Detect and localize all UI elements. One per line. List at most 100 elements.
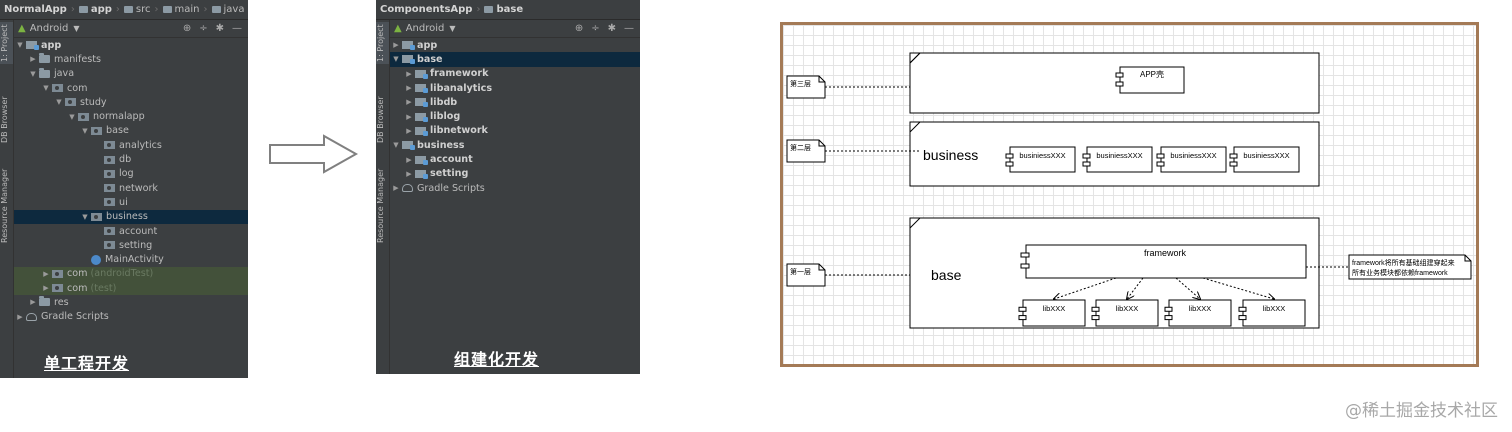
tree-item[interactable]: ▶ libnetwork bbox=[390, 124, 640, 138]
tree-item[interactable]: ▶ framework bbox=[390, 67, 640, 81]
tree-item[interactable]: ▼ app bbox=[14, 38, 248, 52]
expand-arrow-right-icon[interactable]: ▶ bbox=[403, 84, 415, 92]
expand-arrow-down-icon[interactable]: ▼ bbox=[27, 70, 39, 78]
tree-item[interactable]: ▶ manifests bbox=[14, 52, 248, 66]
expand-arrow-down-icon[interactable]: ▼ bbox=[40, 84, 52, 92]
tab-resource-manager[interactable]: Resource Manager bbox=[0, 160, 13, 252]
lib-component-label: libXXX bbox=[1263, 304, 1286, 313]
lib-component: libXXX bbox=[1164, 299, 1232, 327]
tree-item[interactable]: ▶ liblog bbox=[390, 109, 640, 123]
tree-item[interactable]: ▶ res bbox=[14, 295, 248, 309]
view-selector[interactable]: Android bbox=[406, 23, 445, 34]
watermark: @稀土掘金技术社区 bbox=[1345, 401, 1498, 421]
side-tool-tabs: 1: Project DB Browser Resource Manager bbox=[376, 20, 390, 374]
tree-item[interactable]: ▶ com (test) bbox=[14, 281, 248, 296]
tree-item[interactable]: ▶ Gradle Scripts bbox=[390, 181, 640, 195]
package-icon bbox=[104, 198, 115, 207]
tree-item[interactable]: ▼ normalapp bbox=[14, 109, 248, 123]
layer-note: 第二层 bbox=[786, 139, 920, 163]
tree-item[interactable]: ▶ app bbox=[390, 38, 640, 52]
tree-item[interactable]: ▶network bbox=[14, 181, 248, 195]
tree-item[interactable]: ▶MainActivity bbox=[14, 252, 248, 266]
lib-component: libXXX bbox=[1018, 299, 1086, 327]
collapse-icon[interactable]: ÷ bbox=[591, 23, 599, 34]
minimize-icon[interactable]: — bbox=[624, 23, 634, 34]
lib-component-label: libXXX bbox=[1116, 304, 1139, 313]
chevron-down-icon[interactable]: ▼ bbox=[73, 24, 79, 33]
tab-project[interactable]: 1: Project bbox=[376, 22, 389, 64]
tree-item[interactable]: ▶analytics bbox=[14, 138, 248, 152]
breadcrumb-separator-icon: › bbox=[154, 4, 159, 15]
expand-arrow-right-icon[interactable]: ▶ bbox=[403, 113, 415, 121]
left-caption: 单工程开发 bbox=[44, 354, 130, 373]
expand-arrow-right-icon[interactable]: ▶ bbox=[403, 170, 415, 178]
tree-item[interactable]: ▶ com (androidTest) bbox=[14, 266, 248, 282]
gear-icon[interactable]: ✱ bbox=[608, 23, 616, 34]
locate-icon[interactable]: ⊕ bbox=[575, 23, 583, 34]
expand-arrow-right-icon[interactable]: ▶ bbox=[27, 55, 39, 63]
breadcrumb-item[interactable]: java bbox=[211, 4, 244, 15]
folder-icon bbox=[39, 67, 50, 78]
expand-arrow-right-icon[interactable]: ▶ bbox=[27, 298, 39, 306]
tree-item[interactable]: ▼ com bbox=[14, 81, 248, 95]
breadcrumb-item[interactable]: app bbox=[78, 4, 112, 15]
expand-arrow-right-icon[interactable]: ▶ bbox=[14, 313, 26, 321]
view-selector[interactable]: Android bbox=[30, 23, 69, 34]
tree-item[interactable]: ▶setting bbox=[14, 238, 248, 252]
expand-arrow-right-icon[interactable]: ▶ bbox=[403, 98, 415, 106]
expand-arrow-right-icon[interactable]: ▶ bbox=[403, 156, 415, 164]
expand-arrow-down-icon[interactable]: ▼ bbox=[53, 98, 65, 106]
breadcrumb-item[interactable]: ComponentsApp bbox=[380, 4, 472, 15]
tree-item-label: setting bbox=[430, 168, 469, 180]
tree-item[interactable]: ▶account bbox=[14, 224, 248, 238]
collapse-icon[interactable]: ÷ bbox=[199, 23, 207, 34]
framework-note-line-1: framework将所有基础组建穿起来 bbox=[1352, 258, 1455, 267]
base-package-label: base bbox=[931, 267, 962, 283]
tree-item[interactable]: ▶log bbox=[14, 167, 248, 181]
layer-note-label: 第三层 bbox=[790, 79, 811, 88]
tree-item[interactable]: ▶db bbox=[14, 152, 248, 166]
tree-item[interactable]: ▼ business bbox=[390, 138, 640, 152]
breadcrumb-item[interactable]: main bbox=[162, 4, 200, 15]
breadcrumb-item[interactable]: NormalApp bbox=[4, 4, 67, 15]
tree-item[interactable]: ▶account bbox=[390, 152, 640, 166]
business-component: businiessXXX bbox=[1082, 146, 1153, 173]
expand-arrow-right-icon[interactable]: ▶ bbox=[390, 184, 402, 192]
expand-arrow-right-icon[interactable]: ▶ bbox=[403, 70, 415, 78]
tab-db-browser[interactable]: DB Browser bbox=[376, 88, 389, 152]
expand-arrow-down-icon[interactable]: ▼ bbox=[390, 141, 402, 149]
tree-item[interactable]: ▶ libanalytics bbox=[390, 81, 640, 95]
expand-arrow-down-icon[interactable]: ▼ bbox=[14, 41, 26, 49]
tree-item[interactable]: ▶ui bbox=[14, 195, 248, 209]
minimize-icon[interactable]: — bbox=[232, 23, 242, 34]
tree-item[interactable]: ▼ base bbox=[14, 124, 248, 138]
chevron-down-icon[interactable]: ▼ bbox=[449, 24, 455, 33]
tab-db-browser[interactable]: DB Browser bbox=[0, 88, 13, 152]
gear-icon[interactable]: ✱ bbox=[216, 23, 224, 34]
locate-icon[interactable]: ⊕ bbox=[183, 23, 191, 34]
breadcrumb-item[interactable]: src bbox=[123, 4, 151, 15]
tab-resource-manager[interactable]: Resource Manager bbox=[376, 160, 389, 252]
expand-arrow-down-icon[interactable]: ▼ bbox=[79, 127, 91, 135]
tree-item[interactable]: ▼ base bbox=[390, 52, 640, 67]
expand-arrow-right-icon[interactable]: ▶ bbox=[40, 284, 52, 292]
expand-arrow-right-icon[interactable]: ▶ bbox=[390, 41, 402, 49]
expand-arrow-right-icon[interactable]: ▶ bbox=[403, 127, 415, 135]
module-icon bbox=[415, 126, 428, 136]
expand-arrow-down-icon[interactable]: ▼ bbox=[79, 213, 91, 221]
tree-item[interactable]: ▼ study bbox=[14, 95, 248, 109]
tree-item[interactable]: ▼ java bbox=[14, 67, 248, 81]
expand-arrow-down-icon[interactable]: ▼ bbox=[66, 113, 78, 121]
breadcrumb-item[interactable]: base bbox=[484, 4, 523, 15]
tree-item[interactable]: ▼ business bbox=[14, 209, 248, 224]
package-icon bbox=[91, 126, 102, 135]
tree-item[interactable]: ▶ Gradle Scripts bbox=[14, 310, 248, 324]
tree-item[interactable]: ▶ setting bbox=[390, 167, 640, 181]
tab-project[interactable]: 1: Project bbox=[0, 22, 13, 64]
expand-arrow-right-icon[interactable]: ▶ bbox=[40, 270, 52, 278]
tree-item-label: base bbox=[106, 125, 129, 137]
layer-note-label: 第一层 bbox=[790, 267, 811, 276]
tree-item[interactable]: ▶ libdb bbox=[390, 95, 640, 109]
expand-arrow-down-icon[interactable]: ▼ bbox=[390, 55, 402, 63]
business-component: businiessXXX bbox=[1005, 146, 1076, 173]
